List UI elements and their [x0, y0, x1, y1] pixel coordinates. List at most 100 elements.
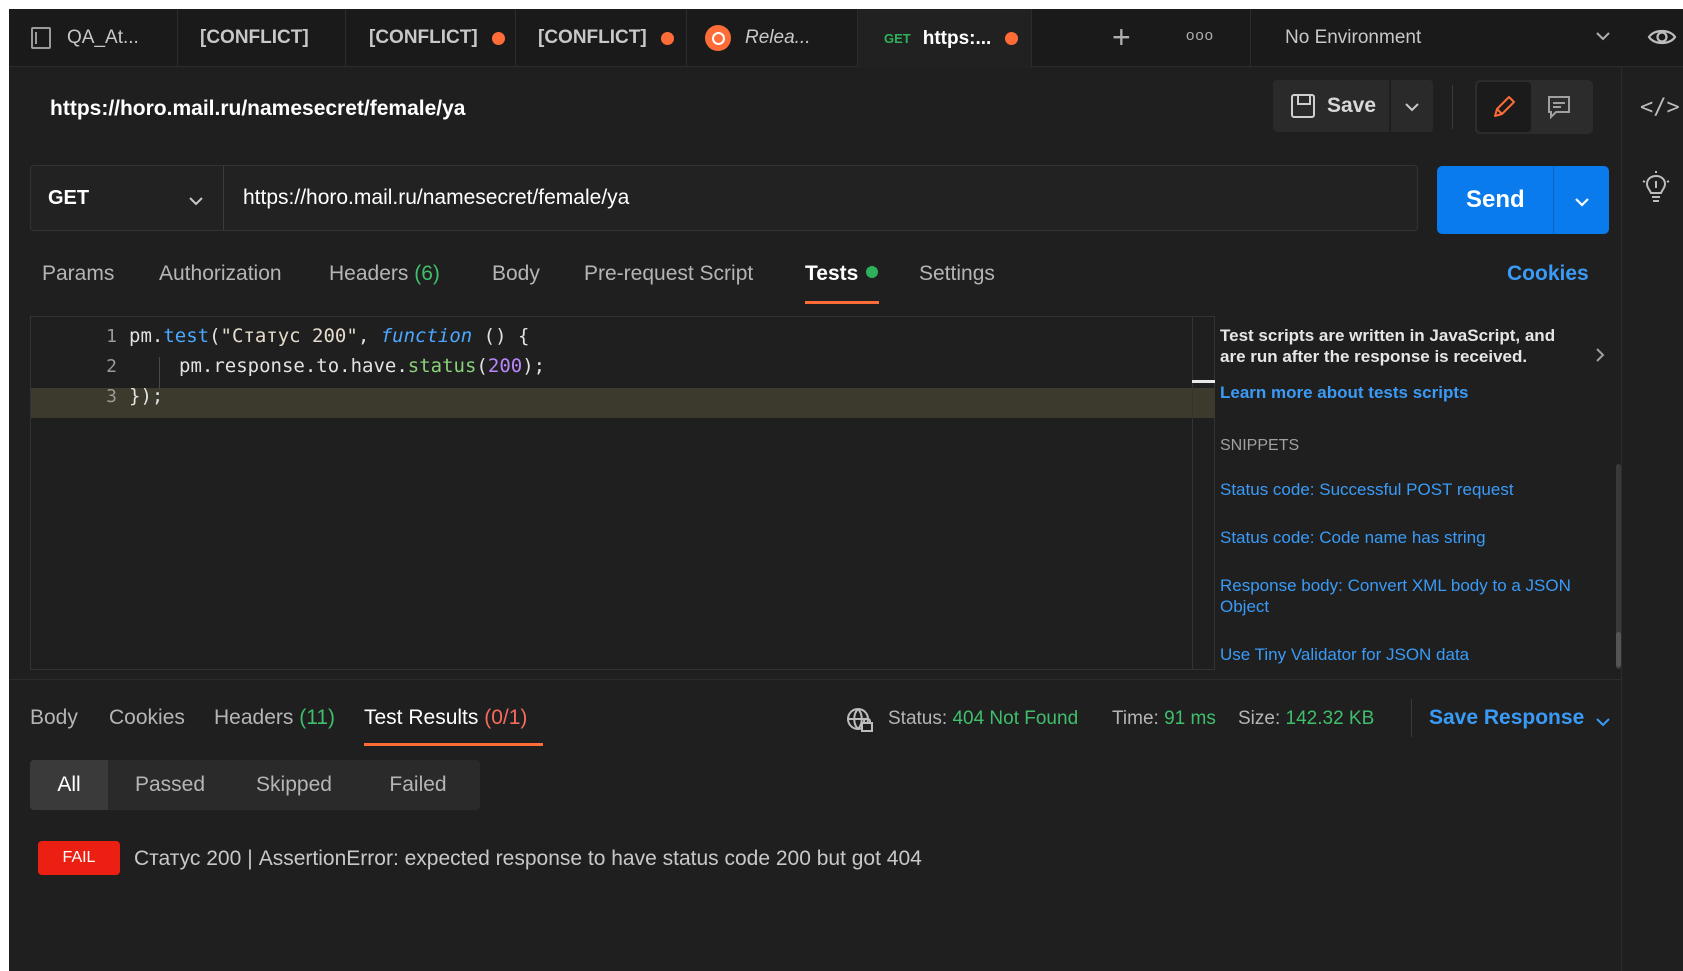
chevron-down-icon	[1596, 32, 1610, 41]
comment-icon	[1548, 96, 1570, 120]
view-mode-toggle	[1475, 80, 1593, 134]
filter-failed[interactable]: Failed	[356, 760, 480, 810]
response-tab-test-results[interactable]: Test Results (0/1)	[364, 706, 527, 730]
test-results-count: (0/1)	[484, 706, 528, 729]
globe-lock-icon[interactable]	[846, 706, 874, 734]
filter-skipped[interactable]: Skipped	[232, 760, 356, 810]
time-label: Time:	[1112, 708, 1159, 729]
line-number: 3	[106, 386, 117, 407]
filter-passed[interactable]: Passed	[108, 760, 232, 810]
response-tab-cookies[interactable]: Cookies	[109, 706, 185, 730]
tab-headers-label: Headers	[329, 262, 409, 285]
environment-selector[interactable]: No Environment	[1250, 9, 1630, 67]
tab-authorization[interactable]: Authorization	[159, 262, 282, 286]
response-tab-test-results-label: Test Results	[364, 706, 479, 729]
tab-conflict-2[interactable]: [CONFLICT]	[346, 9, 516, 67]
chevron-right-icon[interactable]	[1593, 346, 1607, 364]
url-value: https://horo.mail.ru/namesecret/female/y…	[243, 186, 630, 209]
new-tab-button[interactable]: +	[1112, 19, 1131, 55]
pencil-icon	[1494, 96, 1515, 117]
scrollbar-thumb[interactable]	[1616, 632, 1621, 667]
code-line-1: pm.test("Статус 200", function () {	[129, 325, 529, 347]
tab-label: [CONFLICT]	[369, 27, 478, 48]
more-tabs-icon[interactable]: ooo	[1186, 27, 1214, 44]
method-select[interactable]: GET	[30, 165, 224, 231]
headers-count: (6)	[414, 262, 440, 285]
separator: |	[247, 847, 253, 870]
code-token: (	[476, 355, 488, 377]
test-script-editor[interactable]: 1 2 3 pm.test("Статус 200", function () …	[30, 316, 1215, 670]
tab-params[interactable]: Params	[42, 262, 114, 286]
response-tab-headers[interactable]: Headers (11)	[214, 706, 335, 730]
tab-headers[interactable]: Headers (6)	[329, 262, 440, 286]
tab-collection[interactable]: QA_At...	[9, 9, 178, 67]
tab-release[interactable]: Relea...	[687, 9, 858, 67]
code-line-2: pm.response.to.have.status(200);	[179, 355, 545, 377]
tab-method: GET	[884, 31, 911, 46]
size-label: Size:	[1238, 708, 1281, 729]
learn-more-link[interactable]: Learn more about tests scripts	[1220, 383, 1600, 403]
code-token: status	[407, 355, 477, 377]
tab-conflict-1[interactable]: [CONFLICT]	[178, 9, 346, 67]
chevron-down-icon	[1596, 718, 1610, 727]
response-tab-body[interactable]: Body	[30, 706, 78, 730]
cookies-link[interactable]: Cookies	[1507, 262, 1589, 286]
snippet-item[interactable]: Status code: Code name has string	[1220, 527, 1600, 548]
tab-settings[interactable]: Settings	[919, 262, 995, 286]
divider	[1411, 699, 1412, 737]
time-value: 91 ms	[1164, 708, 1216, 729]
tab-label: [CONFLICT]	[200, 27, 309, 48]
save-response-button[interactable]: Save Response	[1429, 706, 1610, 730]
tab-prerequest-script[interactable]: Pre-request Script	[584, 262, 753, 286]
environment-label: No Environment	[1285, 27, 1422, 48]
line-number: 1	[106, 326, 117, 347]
send-split-divider	[1553, 166, 1554, 234]
chevron-down-icon	[189, 197, 203, 206]
save-button[interactable]: Save	[1273, 80, 1389, 132]
tab-bar: QA_At... [CONFLICT] [CONFLICT] [CONFLICT…	[9, 9, 1683, 68]
eye-icon[interactable]	[1646, 21, 1678, 53]
send-button[interactable]: Send	[1437, 166, 1609, 234]
code-token: pm.response.to.have.	[179, 355, 408, 377]
unsaved-dot-icon	[660, 31, 674, 45]
has-content-dot-icon	[866, 266, 879, 279]
tab-body[interactable]: Body	[492, 262, 540, 286]
unsaved-dot-icon	[491, 31, 505, 45]
tab-active-request[interactable]: GET https:...	[858, 9, 1032, 68]
document-icon	[31, 27, 51, 49]
code-snippet-icon[interactable]: </>	[1640, 95, 1680, 120]
code-token: );	[522, 355, 546, 377]
divider	[9, 679, 1621, 680]
edit-mode-button[interactable]	[1477, 82, 1531, 132]
code-token: (	[209, 325, 221, 347]
postman-window: QA_At... [CONFLICT] [CONFLICT] [CONFLICT…	[9, 9, 1683, 971]
release-notes-icon	[705, 25, 731, 51]
test-results-filter: All Passed Skipped Failed	[30, 760, 480, 810]
tab-tests-label: Tests	[805, 262, 859, 285]
editor-scrollbar[interactable]	[1192, 317, 1193, 669]
line-number: 2	[106, 356, 117, 377]
code-token: "Статус 200"	[220, 325, 358, 347]
tab-tests[interactable]: Tests	[805, 262, 879, 286]
response-tab-headers-label: Headers	[214, 706, 294, 729]
chevron-down-icon[interactable]	[1573, 193, 1591, 211]
scroll-position-marker	[1192, 380, 1215, 383]
tab-conflict-3[interactable]: [CONFLICT]	[516, 9, 687, 67]
code-line-3: });	[129, 385, 164, 407]
unsaved-dot-icon	[1005, 32, 1019, 45]
save-options-button[interactable]	[1391, 80, 1433, 132]
url-input[interactable]: https://horo.mail.ru/namesecret/female/y…	[223, 165, 1418, 231]
code-token: 200	[487, 355, 523, 377]
tab-label: https:...	[922, 27, 992, 49]
snippet-item[interactable]: Status code: Successful POST request	[1220, 479, 1600, 500]
method-value: GET	[48, 186, 90, 209]
filter-all[interactable]: All	[30, 760, 108, 810]
snippet-item[interactable]: Use Tiny Validator for JSON data	[1220, 644, 1600, 665]
request-title[interactable]: https://horo.mail.ru/namesecret/female/y…	[50, 97, 465, 121]
code-token: function	[380, 325, 473, 347]
save-label: Save	[1327, 94, 1377, 117]
save-icon	[1291, 94, 1315, 118]
snippet-item[interactable]: Response body: Convert XML body to a JSO…	[1220, 575, 1600, 617]
test-result-row: Статус 200 | AssertionError: expected resp…	[134, 847, 922, 871]
lightbulb-icon[interactable]	[1642, 171, 1670, 205]
